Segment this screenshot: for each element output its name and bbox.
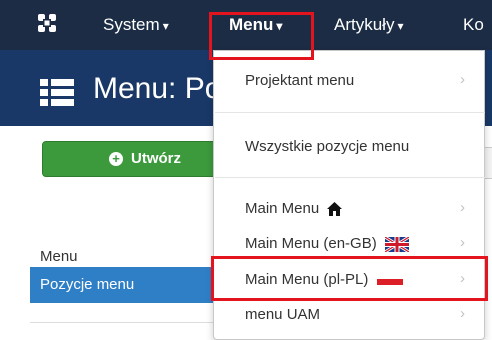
nav-components[interactable]: Ko bbox=[463, 0, 484, 50]
dropdown-item-menu-uam[interactable]: menu UAM › bbox=[214, 300, 484, 330]
dropdown-item-label: menu UAM bbox=[245, 306, 321, 323]
divider bbox=[30, 322, 242, 323]
joomla-logo-icon[interactable] bbox=[36, 12, 58, 34]
sidebar-heading: Menu bbox=[40, 248, 78, 265]
highlight-box-pl-menu bbox=[211, 256, 488, 301]
nav-system[interactable]: System ▾ bbox=[103, 0, 169, 50]
nav-articles[interactable]: Artykuły ▾ bbox=[334, 0, 404, 50]
highlight-box-menu bbox=[209, 12, 314, 60]
dropdown-item-label: Wszystkie pozycje menu bbox=[245, 138, 410, 155]
list-icon bbox=[40, 79, 74, 106]
dropdown-item-main-menu[interactable]: Main Menu › bbox=[214, 194, 484, 224]
sidebar-item-label: Pozycje menu bbox=[40, 276, 135, 293]
dropdown-item-label: Projektant menu bbox=[245, 72, 355, 89]
home-icon bbox=[327, 202, 343, 217]
chevron-right-icon: › bbox=[460, 199, 465, 216]
dropdown-item-label: Main Menu (en-GB) bbox=[245, 235, 377, 252]
new-button-label: Utwórz bbox=[131, 150, 181, 167]
chevron-down-icon: ▾ bbox=[162, 19, 169, 33]
plus-circle-icon: + bbox=[109, 152, 123, 166]
chevron-right-icon: › bbox=[460, 305, 465, 322]
dropdown-item-all-menu-items[interactable]: Wszystkie pozycje menu bbox=[214, 132, 484, 162]
dropdown-item-main-menu-en-gb[interactable]: Main Menu (en-GB) › bbox=[214, 229, 484, 259]
nav-articles-label: Artykuły bbox=[334, 15, 395, 34]
page-title: Menu: Po bbox=[93, 72, 222, 105]
chevron-right-icon: › bbox=[460, 71, 465, 88]
chevron-right-icon: › bbox=[460, 234, 465, 251]
dropdown-divider bbox=[215, 177, 485, 178]
uk-flag-icon bbox=[384, 236, 409, 252]
nav-system-label: System bbox=[103, 15, 160, 34]
dropdown-item-menu-manager[interactable]: Projektant menu › bbox=[214, 66, 484, 96]
dropdown-item-label: Main Menu bbox=[245, 200, 320, 217]
nav-components-label: Ko bbox=[463, 15, 484, 34]
chevron-down-icon: ▾ bbox=[397, 19, 404, 33]
dropdown-divider bbox=[215, 112, 485, 113]
new-button[interactable]: + Utwórz bbox=[42, 141, 227, 177]
